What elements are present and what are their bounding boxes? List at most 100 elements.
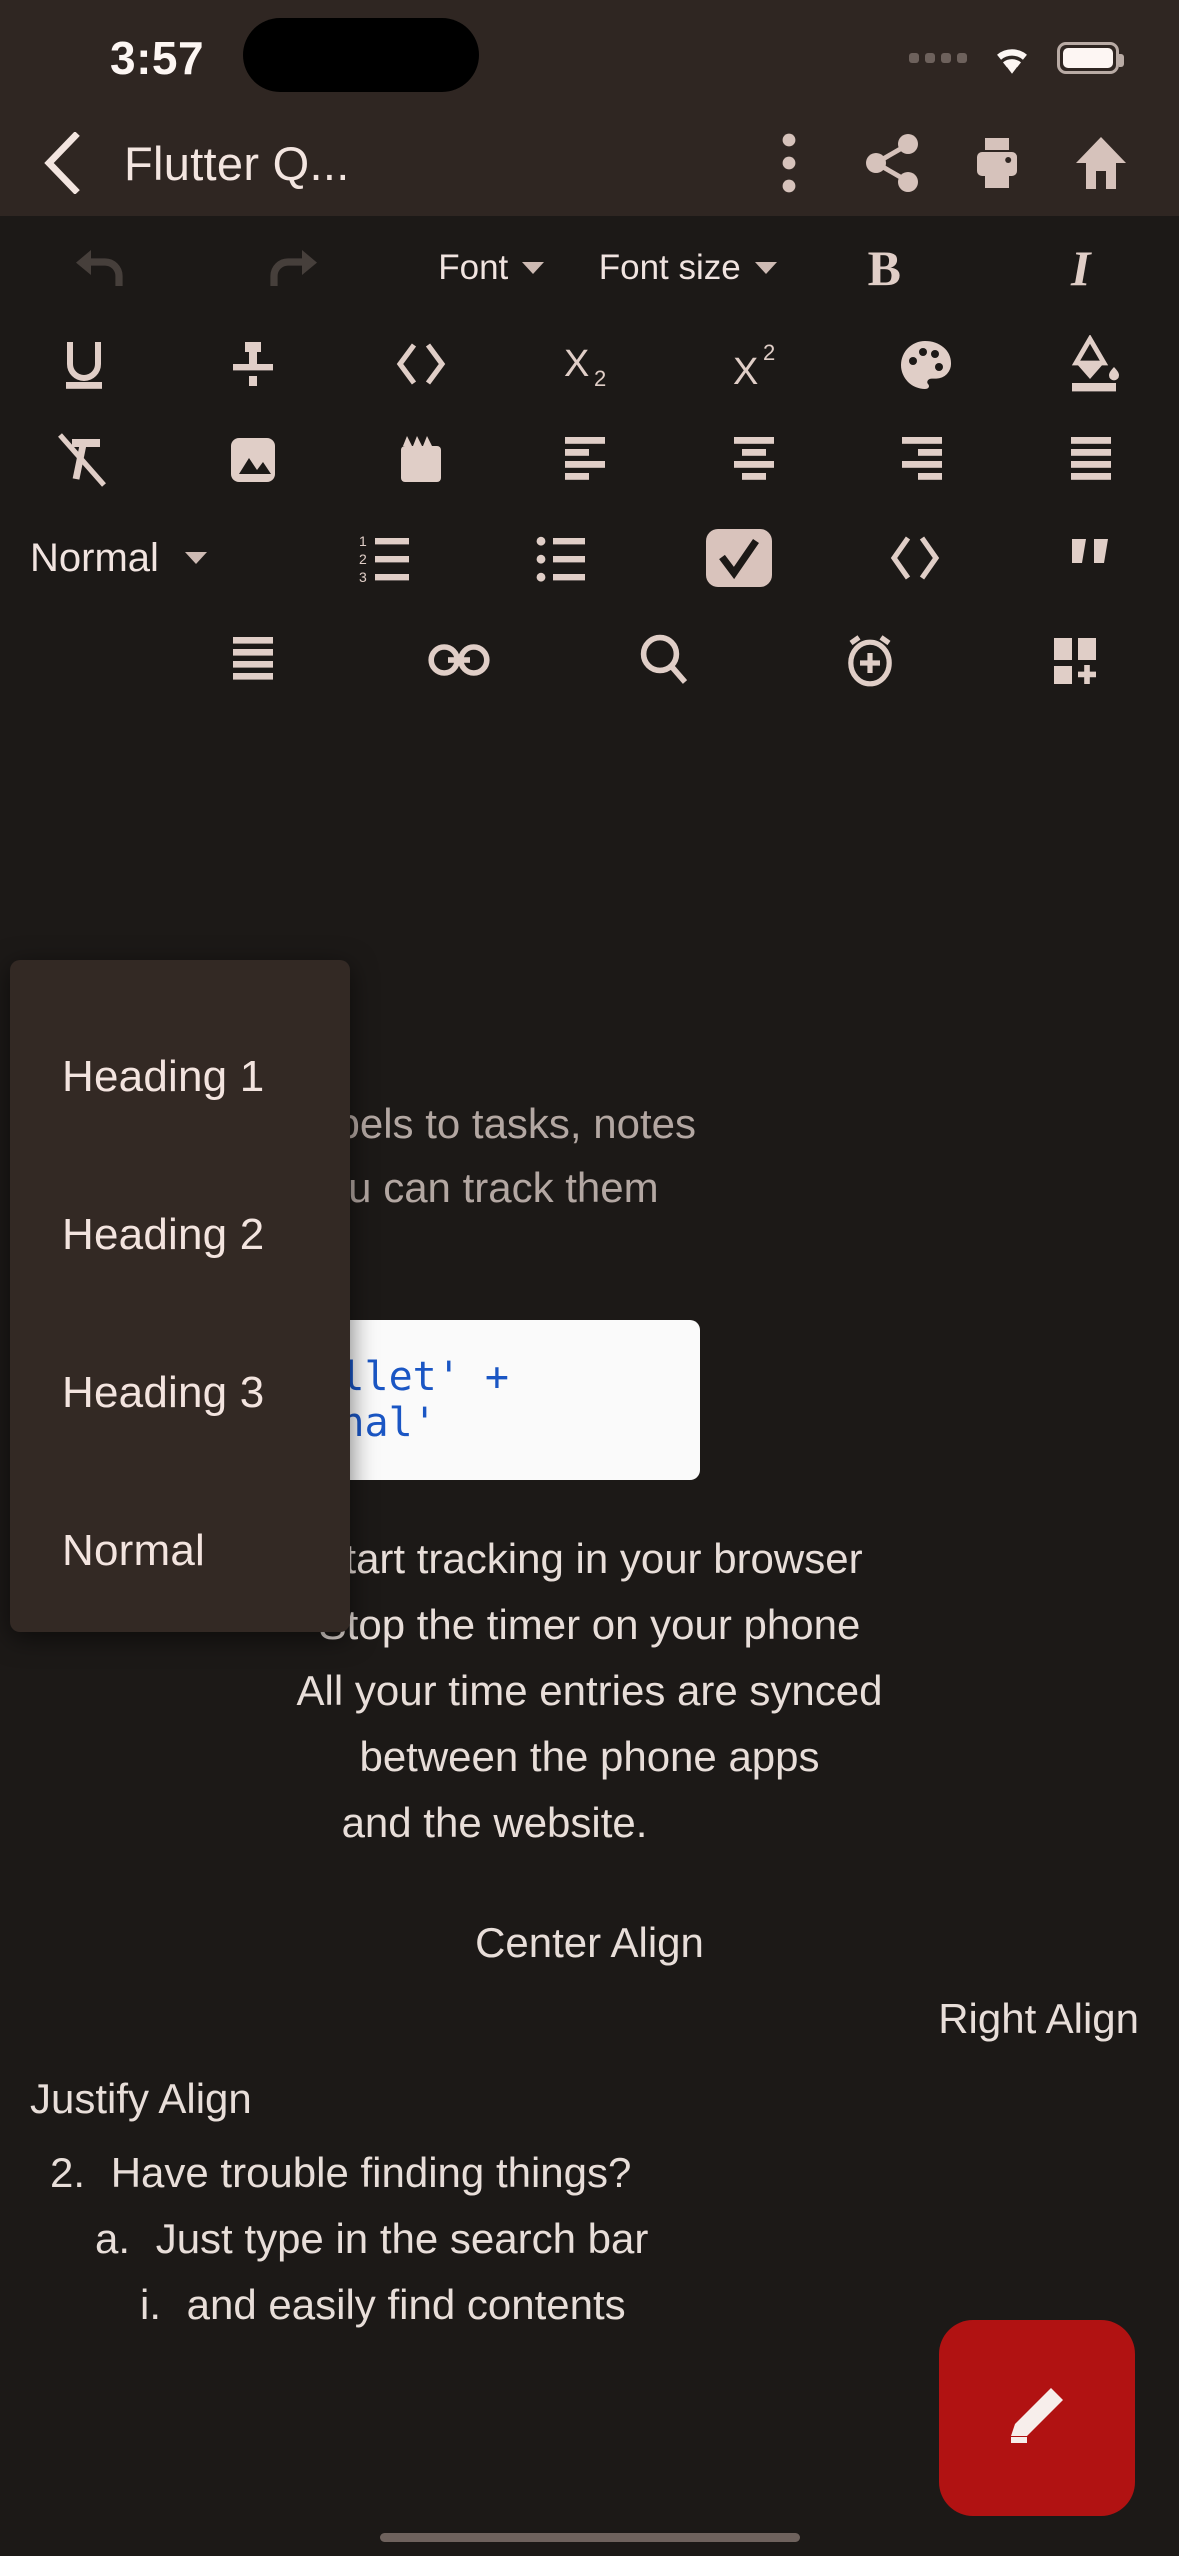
line-height-button[interactable] — [150, 612, 356, 708]
background-color-button[interactable] — [1011, 316, 1179, 412]
align-right-button[interactable] — [842, 412, 1010, 508]
list-text: Just type in the search bar — [155, 2215, 649, 2262]
chevron-down-icon — [184, 552, 207, 564]
ordered-list-button[interactable]: 1 2 3 — [300, 510, 476, 606]
justify-align-label: Justify Align — [30, 2075, 252, 2122]
background-color-icon — [1071, 335, 1119, 392]
menu-item-normal[interactable]: Normal — [10, 1472, 350, 1630]
svg-text:X: X — [733, 351, 758, 392]
document-center-line: and the website. — [341, 1799, 648, 1846]
insert-video-button[interactable] — [337, 412, 505, 508]
clear-format-button[interactable] — [0, 412, 168, 508]
menu-item-heading-2[interactable]: Heading 2 — [10, 1156, 350, 1314]
phone-screen: 3:57 Flutter Q... Font Font size B I X 2… — [0, 0, 1179, 2556]
inline-code-button[interactable] — [337, 316, 505, 412]
redo-button[interactable] — [197, 220, 394, 316]
superscript-button[interactable]: X 2 — [674, 316, 842, 412]
checklist-active-chip — [706, 529, 773, 587]
search-icon — [641, 634, 688, 684]
menu-item-heading-1[interactable]: Heading 1 — [10, 998, 350, 1156]
underline-button[interactable] — [0, 316, 168, 412]
ordered-list-icon: 1 2 3 — [359, 533, 409, 584]
signal-dots-icon — [909, 53, 967, 63]
list-text: and easily find contents — [186, 2281, 626, 2328]
block-quote-button[interactable] — [1003, 510, 1179, 606]
clear-format-icon — [58, 433, 107, 487]
back-button[interactable] — [26, 132, 96, 194]
align-center-icon — [733, 437, 774, 480]
font-family-dropdown[interactable]: Font — [393, 220, 590, 316]
insert-table-button[interactable] — [973, 612, 1179, 708]
svg-text:2: 2 — [359, 551, 367, 567]
status-bar: 3:57 — [0, 0, 1179, 110]
print-button[interactable] — [945, 110, 1049, 216]
home-indicator — [379, 2533, 800, 2542]
paragraph-style-value: Normal — [30, 535, 159, 580]
share-button[interactable] — [841, 110, 945, 216]
align-center-button[interactable] — [674, 412, 842, 508]
insert-table-icon — [1054, 638, 1097, 684]
undo-button[interactable] — [0, 220, 197, 316]
add-reminder-button[interactable] — [767, 612, 973, 708]
status-bar-clock: 3:57 — [110, 32, 205, 84]
menu-item-heading-3[interactable]: Heading 3 — [10, 1314, 350, 1472]
status-bar-indicators — [909, 40, 1124, 76]
subscript-button[interactable]: X 2 — [505, 316, 673, 412]
align-justify-icon — [1070, 437, 1111, 480]
home-button[interactable] — [1049, 110, 1153, 216]
text-color-button[interactable] — [842, 316, 1010, 412]
align-left-icon — [565, 437, 606, 480]
code-block-icon — [891, 536, 940, 580]
insert-link-icon — [428, 644, 490, 676]
insert-image-icon — [230, 438, 275, 482]
insert-link-button[interactable] — [356, 612, 562, 708]
bold-label: B — [867, 240, 901, 296]
back-chevron-icon — [44, 132, 80, 194]
undo-icon — [76, 250, 123, 286]
svg-text:X: X — [564, 343, 589, 385]
toolbar-row-3 — [0, 412, 1179, 508]
align-justify-button[interactable] — [1011, 412, 1179, 508]
print-icon — [977, 138, 1017, 188]
list-marker: a. — [95, 2215, 131, 2262]
edit-fab[interactable] — [939, 2320, 1135, 2516]
list-marker: 2. — [50, 2149, 86, 2196]
block-quote-icon — [1072, 539, 1109, 563]
paragraph-style-dropdown[interactable]: Normal — [0, 536, 300, 581]
font-family-label: Font — [438, 248, 509, 287]
list-item: a. Just type in the search bar — [0, 2206, 1179, 2272]
toolbar-row-5 — [0, 608, 1179, 712]
insert-image-button[interactable] — [168, 412, 336, 508]
share-icon — [866, 134, 918, 192]
more-options-button[interactable] — [737, 110, 841, 216]
strikethrough-icon — [232, 342, 273, 386]
bullet-list-icon — [536, 536, 585, 582]
underline-icon — [66, 342, 103, 389]
svg-text:2: 2 — [594, 366, 606, 391]
align-left-button[interactable] — [505, 412, 673, 508]
bullet-list-button[interactable] — [476, 510, 652, 606]
document-center-line: All your time entries are synced — [296, 1667, 883, 1714]
strikethrough-button[interactable] — [168, 316, 336, 412]
more-vert-icon — [782, 133, 796, 193]
superscript-icon: X 2 — [733, 340, 775, 392]
redo-icon — [270, 250, 317, 286]
bold-button[interactable]: B — [786, 220, 983, 316]
dynamic-island — [243, 18, 479, 92]
chevron-down-icon — [754, 262, 777, 274]
page-title: Flutter Q... — [124, 136, 350, 190]
editor-toolbar: Font Font size B I X 2 X 2 Normal 1 2 3 — [0, 216, 1179, 712]
list-marker: i. — [140, 2281, 161, 2328]
checklist-button[interactable] — [652, 510, 828, 606]
app-bar: Flutter Q... — [0, 110, 1179, 216]
search-button[interactable] — [562, 612, 768, 708]
italic-button[interactable]: I — [983, 220, 1179, 316]
battery-full-icon — [1057, 42, 1124, 74]
svg-text:3: 3 — [359, 569, 367, 584]
font-size-dropdown[interactable]: Font size — [590, 220, 787, 316]
right-align-label: Right Align — [938, 1995, 1139, 2042]
code-block-button[interactable] — [827, 510, 1003, 606]
inline-code-icon — [396, 343, 446, 385]
paragraph-style-menu[interactable]: Heading 1 Heading 2 Heading 3 Normal — [10, 960, 350, 1632]
home-icon — [1076, 137, 1126, 189]
